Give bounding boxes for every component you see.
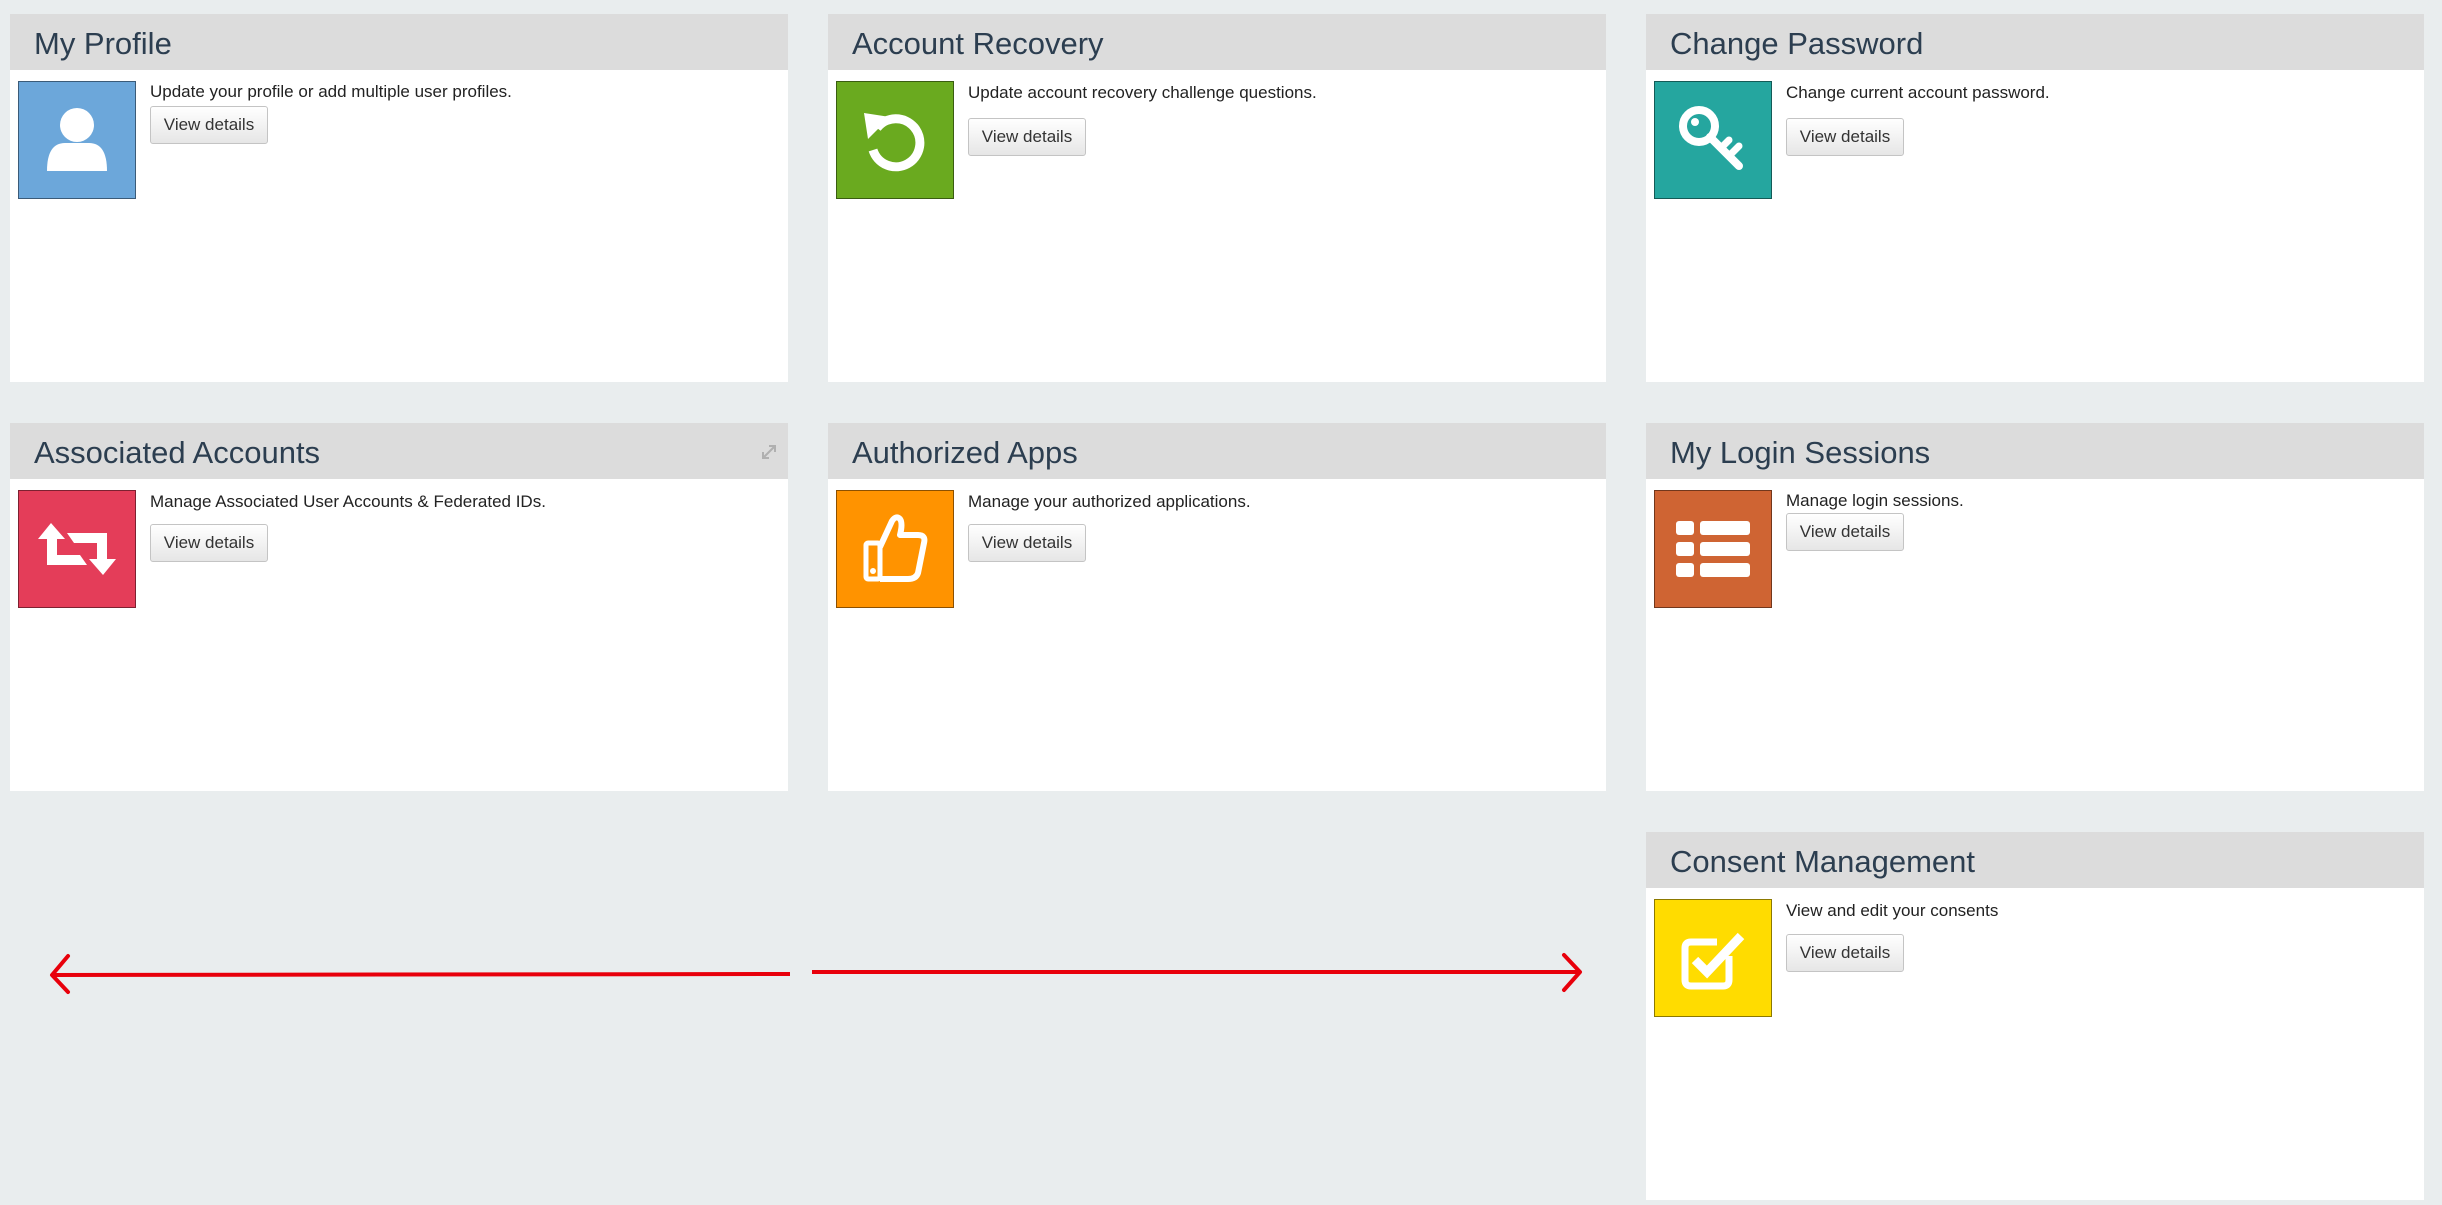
double-arrow-icon [50, 953, 1582, 994]
